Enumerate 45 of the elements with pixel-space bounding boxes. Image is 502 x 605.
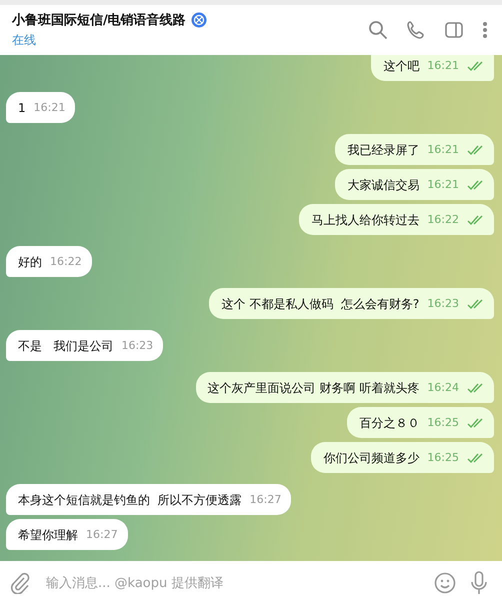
message-time: 16:27	[250, 492, 282, 508]
double-check-icon	[467, 383, 484, 393]
message-time: 16:21	[427, 142, 459, 158]
message-text: 这个吧	[383, 58, 420, 75]
emoji-icon[interactable]	[434, 572, 456, 594]
message-text: 不是 我们是公司	[18, 338, 114, 355]
message-time: 16:24	[427, 380, 459, 396]
online-status: 在线	[12, 32, 37, 49]
message-text: 马上找人给你转过去	[311, 212, 420, 229]
message-time: 16:23	[121, 338, 154, 354]
paperclip-icon[interactable]	[10, 572, 30, 594]
message-time: 16:27	[86, 527, 118, 543]
double-check-icon	[467, 418, 484, 428]
message-input[interactable]: 输入消息... @kaopu 提供翻译	[44, 574, 420, 592]
double-check-icon	[467, 453, 484, 463]
double-check-icon	[467, 145, 484, 155]
message-text: 本身这个短信就是钓鱼的 所以不方便透露	[18, 492, 242, 509]
message-time: 16:22	[427, 212, 459, 228]
message-text: 我已经录屏了	[347, 142, 420, 159]
message-text: 这个灰产里面说公司 财务啊 听着就头疼	[208, 380, 420, 397]
message-time: 16:21	[427, 177, 459, 193]
message-time: 16:21	[34, 100, 66, 116]
search-icon[interactable]	[368, 20, 388, 40]
message-time: 16:23	[427, 296, 459, 312]
more-icon[interactable]	[482, 20, 488, 40]
double-check-icon	[467, 215, 484, 225]
message-time: 16:21	[427, 58, 459, 74]
message-time: 16:22	[50, 254, 82, 270]
verified-icon	[190, 12, 207, 28]
message-text: 好的	[18, 254, 42, 271]
double-check-icon	[467, 299, 484, 309]
phone-icon[interactable]	[406, 20, 426, 40]
message-text: 大家诚信交易	[347, 177, 420, 194]
microphone-icon[interactable]	[470, 571, 488, 595]
message-time: 16:25	[427, 450, 459, 466]
message-text: 1	[18, 100, 26, 117]
message-text: 这个 不都是私人做码 怎么会有财务?	[221, 296, 420, 313]
double-check-icon	[467, 180, 484, 190]
message-text: 百分之８０	[359, 415, 420, 432]
sidebar-toggle-icon[interactable]	[444, 20, 464, 40]
chat-title: 小鲁班国际短信/电销语音线路	[12, 12, 186, 29]
message-text: 希望你理解	[18, 527, 78, 544]
message-time: 16:25	[427, 415, 459, 431]
double-check-icon	[467, 61, 484, 71]
message-text: 你们公司频道多少	[323, 450, 420, 467]
